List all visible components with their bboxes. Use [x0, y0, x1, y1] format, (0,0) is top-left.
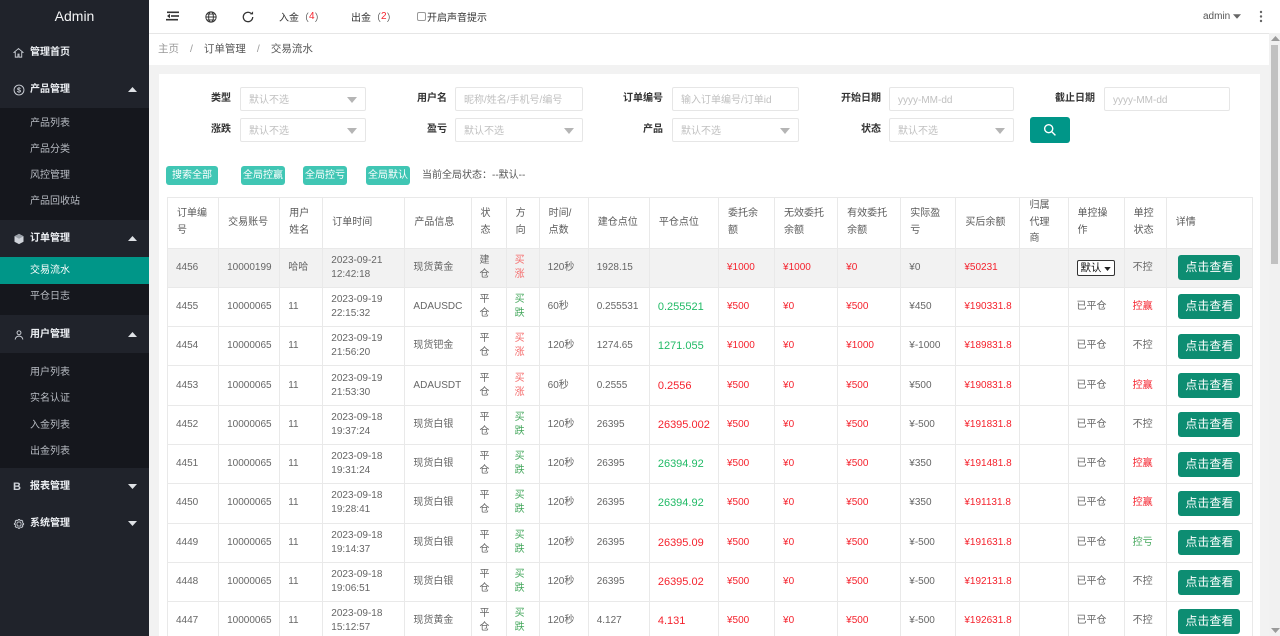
svg-text:$: $ — [17, 86, 21, 94]
